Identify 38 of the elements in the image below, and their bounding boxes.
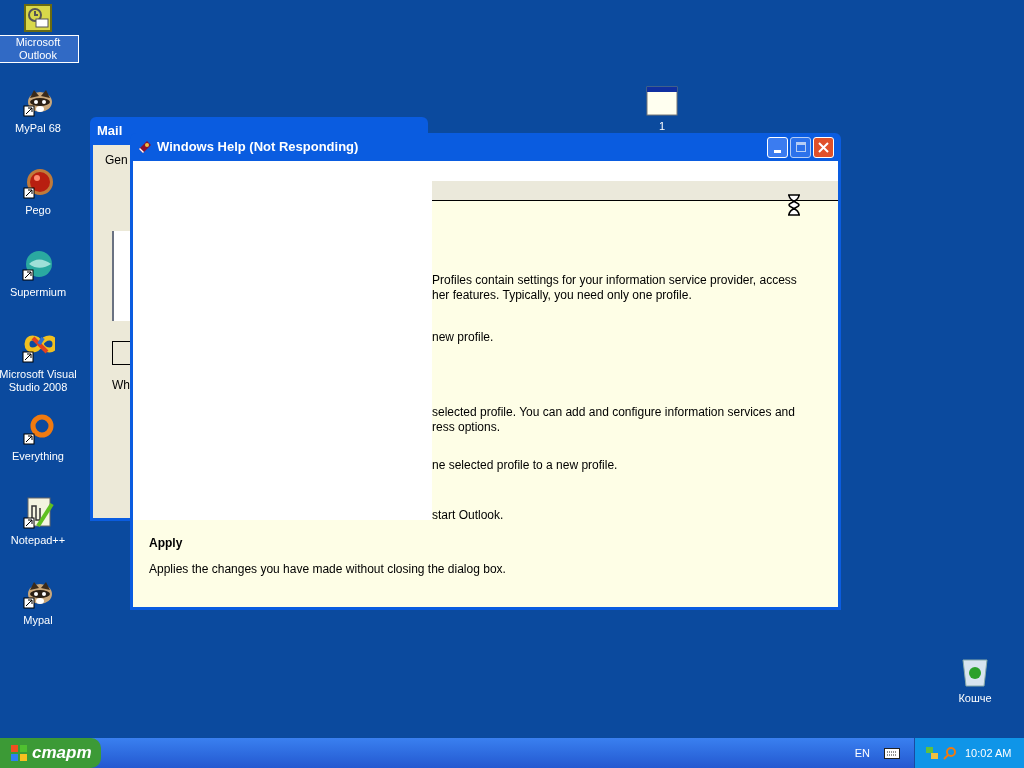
desktop-icon-label[interactable]: Notepad++	[10, 534, 66, 547]
desktop-icon-label[interactable]: MyPal 68	[15, 122, 61, 135]
notepad-icon	[22, 496, 54, 530]
help-text: Profiles contain settings for your information service provider, access her features. Typically, you need only one profile.	[432, 273, 798, 303]
help-text: selected profile. You can add and configure information services and ress options.	[432, 405, 796, 435]
help-text: ne selected profile to a new profile.	[432, 458, 619, 473]
desktop-icon-label[interactable]: Pego	[25, 204, 51, 217]
help-text: start Outlook.	[432, 508, 505, 523]
window-title: Mail	[97, 122, 123, 141]
ring-icon	[22, 414, 54, 446]
language-indicator[interactable]: EN	[854, 744, 870, 762]
help-text: new profile.	[432, 330, 495, 345]
desktop-icon-label[interactable]: 1	[658, 120, 666, 133]
desktop-icon-label[interactable]: Microsoft Outlook	[0, 36, 78, 62]
desktop-icon-label[interactable]: Microsoft Visual Studio 2008	[0, 368, 78, 394]
window-icon	[646, 86, 678, 116]
label: Wh	[112, 377, 130, 394]
keyboard-icon[interactable]	[884, 747, 900, 759]
start-button[interactable]: старт	[0, 738, 101, 768]
desktop-icon-label[interactable]: Everything	[12, 450, 64, 463]
window-title: Windows Help (Not Responding)	[157, 138, 359, 157]
globe-icon	[21, 250, 55, 282]
recycle-bin-icon	[960, 656, 990, 688]
help-text: Applies the changes you have made without closing the dialog box.	[149, 561, 507, 578]
desktop-icon-label[interactable]: Mypal	[23, 614, 53, 627]
maximize-button[interactable]	[790, 136, 811, 158]
ball-icon	[22, 168, 54, 200]
clock: 10:02 AM	[965, 745, 1012, 761]
tab[interactable]: Gen	[105, 151, 128, 169]
push-button[interactable]	[112, 341, 130, 365]
hourglass-icon	[787, 194, 801, 216]
book-icon	[137, 139, 153, 155]
section-heading: Apply	[149, 535, 184, 552]
windows-logo-icon	[10, 744, 28, 762]
desktop-icon-label[interactable]: Кошче	[958, 692, 992, 705]
desktop-icon-label[interactable]: Supermium	[9, 286, 67, 299]
close-button[interactable]	[813, 136, 834, 158]
close-icon	[818, 141, 829, 153]
